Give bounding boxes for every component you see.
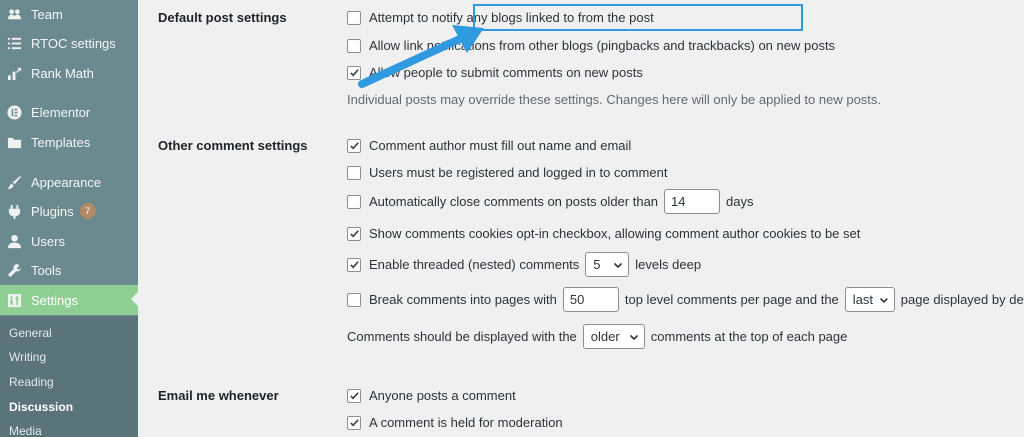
settings-icon [6, 292, 22, 308]
submenu-item-discussion[interactable]: Discussion [9, 400, 73, 414]
checkbox-held-for-moderation[interactable] [347, 415, 361, 430]
sidebar-item-label: Rank Math [31, 65, 94, 81]
paging-suffix: page displayed by default [900, 292, 1024, 307]
checkbox-author-fill[interactable] [347, 138, 361, 153]
checkbox-threaded[interactable] [347, 257, 361, 272]
section-label-default-post: Default post settings [158, 10, 287, 25]
sidebar-item-label: Templates [31, 134, 91, 150]
sidebar-item-label: Plugins [31, 203, 74, 219]
submenu-item-media[interactable]: Media [9, 424, 42, 437]
option-label: Users must be registered and logged in t… [369, 165, 668, 180]
arrow-icon [358, 25, 484, 88]
option-label: Comment author must fill out name and em… [369, 138, 632, 153]
option-anyone-posts[interactable]: Anyone posts a comment [347, 388, 516, 403]
wrench-icon [6, 262, 22, 278]
sidebar-item-rtoc-settings[interactable]: RTOC settings [0, 29, 138, 57]
checkmark-icon [349, 392, 359, 400]
sidebar-item-label: Tools [31, 262, 62, 278]
close-days-input[interactable]: 14 [664, 189, 721, 214]
sidebar-item-label: Settings [31, 292, 78, 308]
option-threaded[interactable]: Enable threaded (nested) comments 5 leve… [347, 252, 701, 277]
option-held-for-moderation[interactable]: A comment is held for moderation [347, 415, 563, 430]
option-paging[interactable]: Break comments into pages with 50 top le… [347, 287, 1024, 312]
submenu-item-reading[interactable]: Reading [9, 375, 54, 389]
paging-middle-text: top level comments per page and the [624, 292, 839, 307]
brush-icon [6, 174, 22, 190]
sidebar-item-team[interactable]: Team [0, 0, 138, 28]
order-suffix: comments at the top of each page [650, 329, 848, 344]
team-icon [6, 6, 22, 22]
checkmark-icon [349, 419, 359, 427]
chevron-down-icon [629, 334, 638, 340]
option-label: Anyone posts a comment [369, 388, 516, 403]
option-label: Automatically close comments on posts ol… [369, 194, 659, 209]
checkbox-auto-close[interactable] [347, 194, 361, 209]
checkmark-icon [349, 142, 359, 150]
update-count-badge: 7 [79, 203, 96, 219]
option-auto-close[interactable]: Automatically close comments on posts ol… [347, 189, 754, 214]
admin-sidebar: Team RTOC settings Rank Math Elementor T… [0, 0, 138, 437]
default-page-select[interactable]: last [844, 287, 895, 312]
sidebar-item-templates[interactable]: Templates [0, 128, 138, 156]
option-label: A comment is held for moderation [369, 415, 563, 430]
highlight-box [473, 4, 803, 31]
settings-main: Default post settings Attempt to notify … [138, 0, 1024, 437]
select-value: 5 [593, 257, 601, 272]
checkbox-cookies[interactable] [347, 226, 361, 241]
checkmark-icon [349, 261, 359, 269]
days-suffix: days [726, 194, 754, 209]
folder-icon [6, 134, 22, 150]
sidebar-item-label: Users [31, 233, 65, 249]
default-post-description: Individual posts may override these sett… [347, 92, 882, 107]
submenu-item-writing[interactable]: Writing [9, 350, 46, 364]
option-comment-order: Comments should be displayed with the ol… [347, 324, 847, 349]
thread-depth-select[interactable]: 5 [585, 252, 630, 277]
elementor-icon [6, 104, 22, 120]
checkmark-icon [349, 230, 359, 238]
sidebar-item-settings[interactable]: Settings [0, 285, 138, 315]
option-author-fill[interactable]: Comment author must fill out name and em… [347, 138, 631, 153]
sidebar-item-label: Appearance [31, 174, 102, 190]
option-registered[interactable]: Users must be registered and logged in t… [347, 165, 667, 180]
rank-math-icon [6, 65, 22, 81]
chevron-down-icon [879, 297, 888, 303]
plugin-icon [6, 203, 22, 219]
checkbox-registered[interactable] [347, 165, 361, 180]
submenu-item-general[interactable]: General [9, 326, 52, 340]
levels-suffix: levels deep [635, 257, 702, 272]
sidebar-item-label: RTOC settings [31, 35, 116, 51]
chevron-down-icon [614, 262, 623, 268]
sidebar-item-label: Team [31, 6, 63, 22]
select-value: older [590, 329, 620, 344]
option-label: Enable threaded (nested) comments [369, 257, 580, 272]
order-prefix: Comments should be displayed with the [347, 329, 577, 344]
comment-order-select[interactable]: older [582, 324, 645, 349]
select-value: last [852, 292, 874, 307]
option-label: Break comments into pages with [369, 292, 557, 307]
checkbox-paging[interactable] [347, 292, 361, 307]
list-icon [6, 35, 22, 51]
option-label: Show comments cookies opt-in checkbox, a… [369, 226, 861, 241]
sidebar-item-plugins[interactable]: Plugins 7 [0, 197, 138, 225]
settings-submenu: General Writing Reading Discussion Media [0, 316, 138, 437]
sidebar-item-users[interactable]: Users [0, 227, 138, 255]
checkbox-anyone-posts[interactable] [347, 388, 361, 403]
sidebar-item-elementor[interactable]: Elementor [0, 98, 138, 126]
sidebar-item-tools[interactable]: Tools [0, 256, 138, 284]
sidebar-item-appearance[interactable]: Appearance [0, 168, 138, 196]
option-cookies[interactable]: Show comments cookies opt-in checkbox, a… [347, 226, 860, 241]
section-label-email: Email me whenever [158, 388, 279, 403]
user-icon [6, 233, 22, 249]
sidebar-item-label: Elementor [31, 104, 91, 120]
sidebar-item-rank-math[interactable]: Rank Math [0, 59, 138, 87]
comments-per-page-input[interactable]: 50 [562, 287, 619, 312]
section-label-other-comment: Other comment settings [158, 138, 308, 153]
